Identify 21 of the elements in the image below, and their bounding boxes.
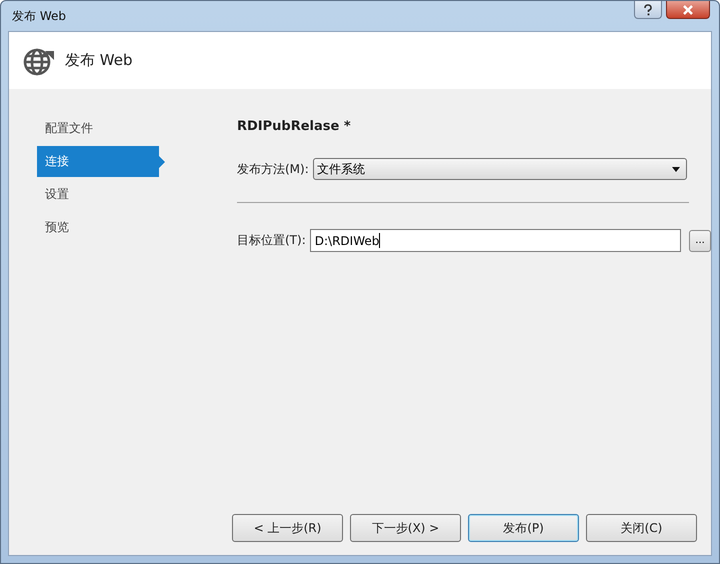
- wizard-button[interactable]: < 上一步(R): [232, 514, 343, 542]
- wizard-button[interactable]: 下一步(X) >: [350, 514, 461, 542]
- dropdown-arrow-icon: [672, 166, 680, 172]
- close-button[interactable]: [666, 1, 710, 19]
- window-title: 发布 Web: [12, 8, 66, 24]
- help-button[interactable]: [634, 1, 662, 19]
- browse-button[interactable]: ...: [689, 230, 711, 252]
- field-label: 发布方法(M):: [237, 160, 309, 178]
- profile-name: RDIPubRelase *: [237, 119, 352, 134]
- header-title: 发布 Web: [65, 51, 132, 70]
- help-icon: [643, 4, 653, 16]
- publish-method-dropdown[interactable]: 文件系统: [312, 158, 687, 180]
- wizard-button[interactable]: 发布(P): [468, 514, 579, 542]
- wizard-button[interactable]: 关闭(C): [586, 514, 697, 542]
- sidebar-item[interactable]: 设置: [37, 179, 165, 210]
- sidebar-item[interactable]: 预览: [37, 212, 165, 243]
- sidebar-item[interactable]: 配置文件: [37, 113, 165, 144]
- close-icon: [682, 4, 694, 14]
- field-label: 目标位置(T):: [237, 232, 306, 249]
- target-location-field[interactable]: D:\RDIWeb: [310, 229, 682, 252]
- sidebar-item[interactable]: 连接: [37, 146, 165, 177]
